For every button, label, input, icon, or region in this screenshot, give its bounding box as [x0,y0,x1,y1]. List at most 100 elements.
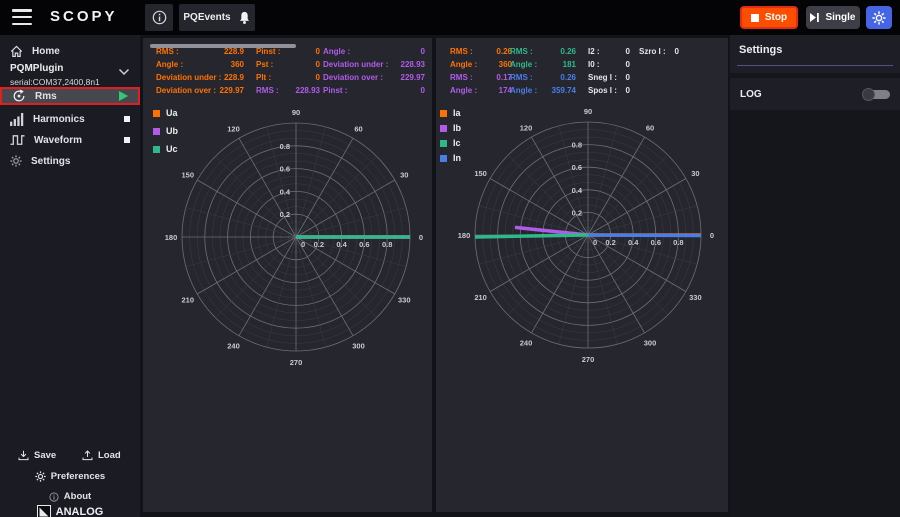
svg-text:0.2: 0.2 [280,210,290,219]
plugin-header[interactable]: PQMPlugin serial:COM37,2400,8n1 [0,63,140,87]
rms-icon [12,89,26,103]
hamburger-menu-icon[interactable] [12,9,32,25]
svg-text:0.8: 0.8 [382,240,392,249]
settings-panel: Settings LOG [730,35,900,517]
gear-icon [872,11,886,25]
svg-text:0.4: 0.4 [572,186,583,195]
svg-text:0.8: 0.8 [572,141,582,150]
svg-text:60: 60 [646,124,654,133]
settings-title: Settings [739,44,782,56]
running-play-icon[interactable] [119,91,128,101]
svg-text:330: 330 [689,293,702,302]
svg-text:0.4: 0.4 [280,187,291,196]
stop-label: Stop [765,12,787,23]
svg-text:240: 240 [520,338,533,347]
stopped-square-icon[interactable] [124,116,130,122]
plugin-title: PQMPlugin [10,63,130,74]
sidebar: Home PQMPlugin serial:COM37,2400,8n1 Rms [0,35,140,517]
log-section: LOG [730,78,900,110]
sidebar-item-rms[interactable]: Rms [0,87,140,105]
load-button[interactable]: Load [82,450,121,461]
info-icon [49,492,59,502]
svg-text:210: 210 [181,296,194,305]
svg-text:270: 270 [582,355,595,364]
waveform-icon [10,134,25,146]
svg-text:30: 30 [400,171,408,180]
pqevents-label: PQEvents [183,12,230,23]
gear-icon [10,155,22,167]
svg-text:0.4: 0.4 [336,240,347,249]
preferences-label: Preferences [51,471,105,482]
voltage-rms-panel: RMS :228.9Angle :360Deviation under :228… [143,38,432,512]
svg-text:0: 0 [593,238,597,247]
single-label: Single [825,12,855,23]
pqevents-tab[interactable]: PQEvents [179,4,255,31]
svg-text:180: 180 [458,231,471,240]
analog-devices-logo: ANALOG [0,505,140,517]
about-label: About [64,491,91,502]
save-button[interactable]: Save [18,450,56,461]
single-button[interactable]: Single [806,6,860,29]
svg-text:0.6: 0.6 [572,163,582,172]
save-icon [18,450,29,461]
svg-text:330: 330 [398,296,411,305]
stop-button[interactable]: Stop [740,6,798,29]
svg-text:0.8: 0.8 [280,142,290,151]
top-bar: SCOPY PQEvents Stop Single [0,0,900,35]
svg-text:90: 90 [292,108,300,117]
toggle-knob [862,88,875,101]
svg-text:300: 300 [352,341,365,350]
svg-text:0.2: 0.2 [572,208,582,217]
general-settings-button[interactable] [866,6,892,29]
svg-text:0: 0 [710,231,714,240]
svg-text:0.6: 0.6 [280,165,290,174]
svg-text:0.8: 0.8 [673,238,683,247]
home-label: Home [32,46,60,57]
phasor-Ic [475,235,588,237]
sidebar-item-settings[interactable]: Settings [0,151,140,171]
adi-triangle-icon [37,505,51,517]
svg-text:30: 30 [691,169,699,178]
scopy-logo: SCOPY [50,8,118,25]
load-icon [82,450,93,461]
brand-label: ANALOG [56,506,104,517]
about-button[interactable]: About [0,491,140,502]
svg-text:180: 180 [165,233,178,242]
settings-section: Settings [730,35,900,73]
bell-icon [238,11,251,25]
svg-text:120: 120 [520,124,533,133]
svg-text:150: 150 [181,171,194,180]
harmonics-label: Harmonics [33,114,85,125]
log-toggle[interactable] [862,89,890,100]
svg-text:240: 240 [227,341,240,350]
log-label: LOG [740,89,762,100]
plugin-serial: serial:COM37,2400,8n1 [10,77,130,87]
svg-text:120: 120 [227,125,240,134]
sidebar-item-waveform[interactable]: Waveform [0,130,140,150]
svg-text:0.2: 0.2 [314,240,324,249]
current-phasor-chart: 030609012015018021024027030033000.20.20.… [436,38,728,512]
info-icon [152,10,167,25]
svg-text:0.6: 0.6 [651,238,661,247]
harmonics-bars-icon [10,113,24,126]
rms-label: Rms [35,91,57,102]
svg-text:0.2: 0.2 [605,238,615,247]
scopy-window: SCOPY PQEvents Stop Single [0,0,900,517]
voltage-phasor-chart: 030609012015018021024027030033000.20.20.… [143,38,432,512]
settings-label: Settings [31,156,70,167]
svg-text:0: 0 [301,240,305,249]
info-button[interactable] [145,4,173,31]
svg-text:210: 210 [474,293,487,302]
load-label: Load [98,450,121,461]
svg-text:0.4: 0.4 [628,238,639,247]
settings-divider [737,65,893,66]
preferences-button[interactable]: Preferences [0,471,140,482]
stopped-square-icon[interactable] [124,137,130,143]
svg-text:60: 60 [354,125,362,134]
phasor-In [588,235,701,236]
save-label: Save [34,450,56,461]
sidebar-item-harmonics[interactable]: Harmonics [0,109,140,129]
current-rms-panel: RMS :0.26Angle :360RMS :0.17Angle :174RM… [436,38,728,512]
single-run-icon [810,13,819,22]
sidebar-item-home[interactable]: Home [0,41,140,61]
